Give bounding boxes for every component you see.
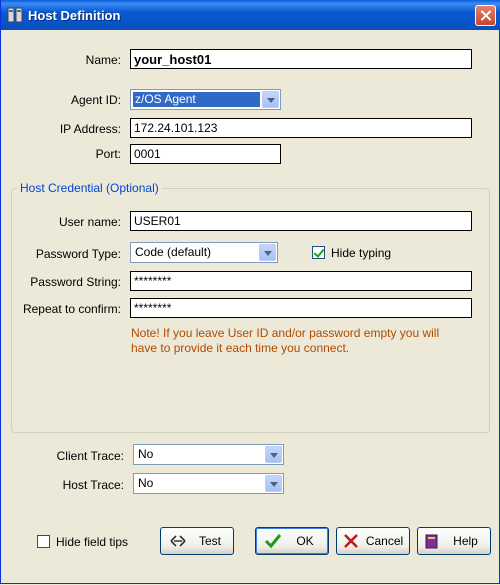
host-credential-title: Host Credential (Optional): [17, 181, 162, 195]
test-button[interactable]: Test: [160, 527, 234, 555]
user-name-field[interactable]: USER01: [130, 211, 472, 231]
repeat-confirm-label: Repeat to confirm:: [22, 302, 121, 316]
host-trace-value: No: [138, 476, 154, 490]
chevron-down-icon[interactable]: [259, 244, 276, 261]
help-button-label: Help: [453, 534, 478, 548]
chevron-down-icon[interactable]: [265, 446, 282, 463]
host-trace-select[interactable]: No: [133, 473, 284, 494]
close-button[interactable]: [475, 5, 496, 26]
user-name-label: User name:: [58, 215, 121, 229]
help-button[interactable]: Help: [417, 527, 491, 555]
title-bar[interactable]: Host Definition: [1, 0, 500, 30]
ip-address-label: IP Address:: [59, 122, 121, 136]
hide-field-tips-label[interactable]: Hide field tips: [56, 535, 128, 549]
hide-typing-label[interactable]: Hide typing: [331, 246, 391, 260]
check-icon: [264, 534, 282, 549]
password-type-value: Code (default): [135, 245, 212, 259]
hide-typing-checkbox[interactable]: [312, 246, 325, 259]
ip-address-field[interactable]: 172.24.101.123: [130, 118, 472, 138]
repeat-confirm-field[interactable]: ********: [130, 298, 472, 318]
agent-id-value: z/OS Agent: [133, 92, 260, 107]
port-label: Port:: [95, 147, 121, 161]
server-icon: [7, 7, 23, 23]
chevron-down-icon[interactable]: [262, 91, 279, 108]
password-type-label: Password Type:: [35, 247, 121, 261]
client-trace-label: Client Trace:: [56, 449, 124, 463]
password-type-select[interactable]: Code (default): [130, 242, 278, 263]
network-test-icon: [170, 535, 186, 547]
name-label: Name:: [85, 53, 121, 67]
cancel-button[interactable]: Cancel: [336, 527, 410, 555]
cross-icon: [344, 534, 358, 548]
help-book-icon: [425, 534, 438, 549]
password-string-field[interactable]: ********: [130, 271, 472, 291]
credential-note: Note! If you leave User ID and/or passwo…: [131, 326, 440, 355]
chevron-down-icon[interactable]: [265, 475, 282, 492]
cancel-button-label: Cancel: [365, 534, 404, 548]
client-trace-select[interactable]: No: [133, 444, 284, 465]
client-trace-value: No: [138, 447, 154, 461]
host-trace-label: Host Trace:: [62, 478, 124, 492]
agent-id-label: Agent ID:: [70, 93, 121, 107]
ok-button-label: OK: [296, 534, 314, 548]
test-button-label: Test: [198, 534, 221, 548]
port-field[interactable]: 0001: [130, 144, 281, 164]
name-field[interactable]: your_host01: [130, 49, 472, 69]
password-string-label: Password String:: [30, 275, 121, 289]
hide-field-tips-checkbox[interactable]: [37, 535, 50, 548]
ok-button[interactable]: OK: [255, 527, 329, 555]
host-definition-dialog: Host Definition Name: your_host01 Agent …: [0, 0, 500, 584]
window-title: Host Definition: [28, 8, 121, 23]
agent-id-select[interactable]: z/OS Agent: [130, 89, 281, 110]
